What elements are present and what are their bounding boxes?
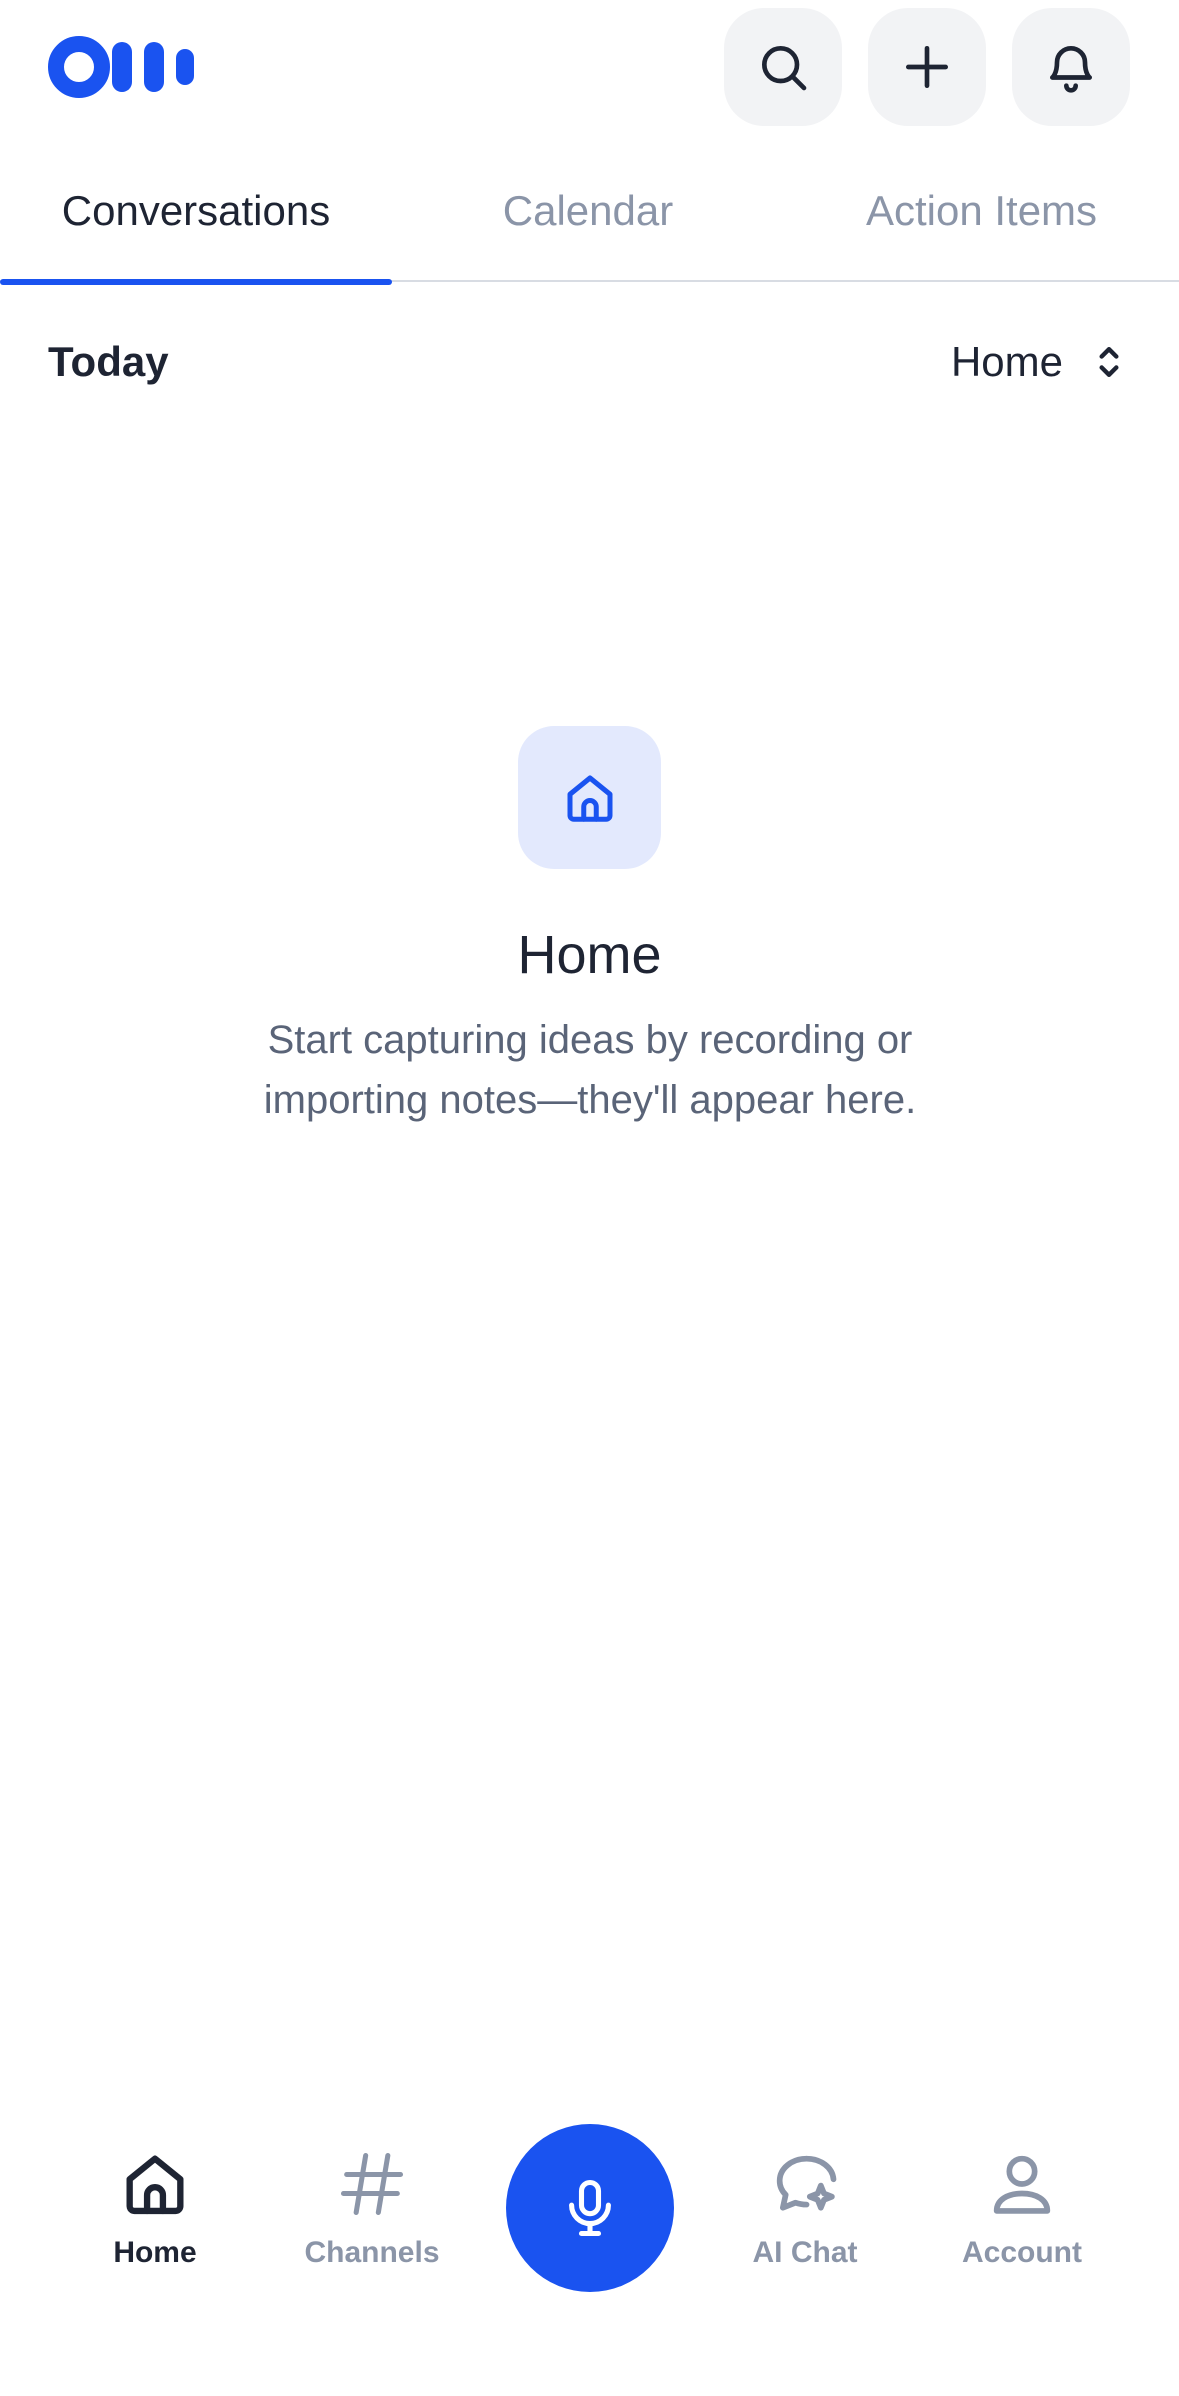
user-icon xyxy=(993,2155,1051,2214)
active-tab-indicator xyxy=(0,279,392,285)
nav-item-account[interactable]: Account xyxy=(922,2146,1122,2296)
chevron-up-down-icon xyxy=(1099,346,1119,378)
bottom-navigation: Home Channels AI Chat Account xyxy=(0,2110,1179,2300)
empty-state-icon-container xyxy=(518,726,661,869)
empty-state-title: Home xyxy=(517,925,662,985)
home-icon xyxy=(126,2155,184,2215)
record-button[interactable] xyxy=(506,2124,674,2292)
plus-icon xyxy=(906,46,948,88)
tab-label: Calendar xyxy=(502,187,674,234)
folder-selector-value: Home xyxy=(950,338,1063,385)
nav-item-home[interactable]: Home xyxy=(55,2146,255,2296)
tab-conversations[interactable]: Conversations xyxy=(0,140,392,285)
search-button[interactable] xyxy=(724,8,842,126)
otter-logo-icon xyxy=(48,36,194,98)
notifications-button[interactable] xyxy=(1012,8,1130,126)
nav-item-channels[interactable]: Channels xyxy=(272,2146,472,2296)
tab-label: Action Items xyxy=(865,187,1098,234)
tab-action-items[interactable]: Action Items xyxy=(784,140,1179,282)
nav-label: Account xyxy=(962,2236,1082,2269)
tab-calendar[interactable]: Calendar xyxy=(392,140,784,282)
hashtag-icon xyxy=(340,2152,404,2216)
microphone-icon xyxy=(569,2179,611,2237)
home-icon xyxy=(567,775,612,822)
search-icon xyxy=(762,46,807,91)
nav-label: AI Chat xyxy=(752,2236,858,2269)
top-header xyxy=(0,0,1179,140)
tab-label: Conversations xyxy=(61,187,331,234)
nav-label: Home xyxy=(113,2236,197,2269)
filter-row: Today Home xyxy=(0,300,1179,424)
app-root: Conversations Calendar Action Items Toda… xyxy=(0,0,1179,2396)
empty-state-description: Start capturing ideas by recording or im… xyxy=(263,1018,917,1122)
add-button[interactable] xyxy=(868,8,986,126)
ai-chat-icon xyxy=(776,2155,837,2211)
nav-item-ai-chat[interactable]: AI Chat xyxy=(705,2146,905,2296)
section-heading: Today xyxy=(48,338,169,385)
main-tabs: Conversations Calendar Action Items xyxy=(0,140,1179,285)
folder-selector[interactable]: Home xyxy=(951,320,1131,404)
nav-label: Channels xyxy=(304,2236,440,2269)
bell-icon xyxy=(1050,46,1092,93)
